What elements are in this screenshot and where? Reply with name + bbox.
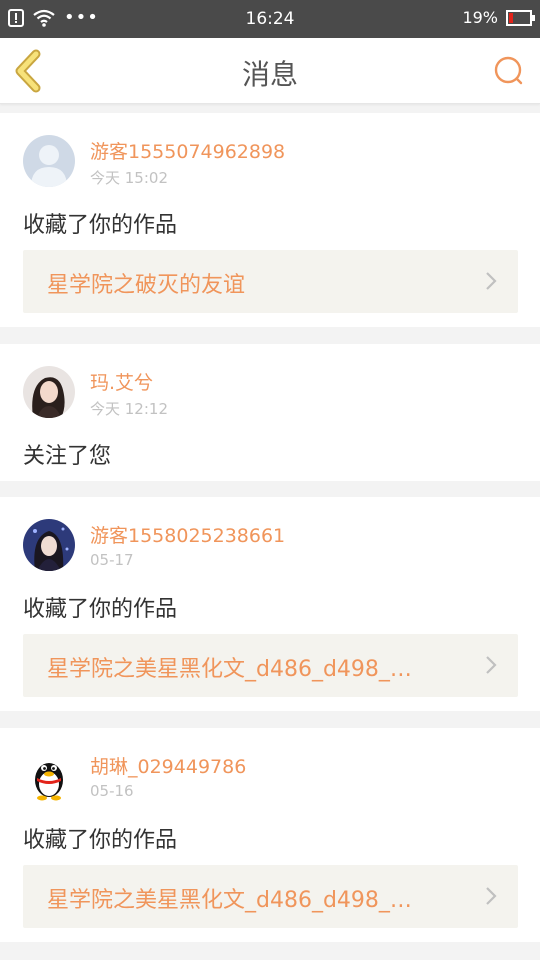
avatar[interactable] — [23, 519, 75, 571]
avatar[interactable] — [23, 750, 75, 802]
status-time: 16:24 — [245, 9, 295, 29]
page-title: 消息 — [241, 58, 298, 91]
message-time: 05-17 — [90, 551, 134, 569]
message-action: 收藏了你的作品 — [23, 828, 178, 853]
status-bar: ••• 16:24 19% — [0, 0, 540, 38]
work-title: 星学院之破灭的友谊 — [47, 273, 246, 298]
work-link[interactable]: 星学院之破灭的友谊 — [23, 250, 518, 313]
message-card: 玛.艾兮 今天 12:12 关注了您 — [0, 344, 540, 481]
message-action: 收藏了你的作品 — [23, 597, 178, 622]
message-card: 胡琳_029449786 05-16 收藏了你的作品 星学院之美星黑化文_d48… — [0, 728, 540, 942]
work-title: 星学院之美星黑化文_d486_d498_… — [47, 888, 412, 913]
battery-fill — [509, 12, 513, 23]
user-photo-icon — [23, 519, 75, 571]
penguin-icon — [23, 750, 75, 802]
chevron-right-icon — [486, 272, 497, 290]
default-avatar-icon — [23, 135, 75, 187]
message-card: 游客1558025238661 05-17 收藏了你的作品 星学院之美星黑化文_… — [0, 497, 540, 711]
battery-icon — [506, 9, 535, 26]
work-link[interactable]: 星学院之美星黑化文_d486_d498_… — [23, 634, 518, 697]
username[interactable]: 玛.艾兮 — [90, 368, 153, 395]
status-right: 19% — [462, 8, 535, 27]
work-link[interactable]: 星学院之美星黑化文_d486_d498_… — [23, 865, 518, 928]
user-photo-icon — [23, 366, 75, 418]
search-icon[interactable] — [490, 52, 528, 90]
username[interactable]: 游客1555074962898 — [90, 137, 285, 164]
message-card: 游客1555074962898 今天 15:02 收藏了你的作品 星学院之破灭的… — [0, 113, 540, 327]
message-action: 收藏了你的作品 — [23, 213, 178, 238]
battery-percent: 19% — [462, 8, 498, 27]
avatar[interactable] — [23, 135, 75, 187]
message-time: 今天 15:02 — [90, 169, 168, 187]
avatar[interactable] — [23, 366, 75, 418]
username[interactable]: 游客1558025238661 — [90, 521, 285, 548]
nav-bar: 消息 — [0, 38, 540, 104]
username[interactable]: 胡琳_029449786 — [90, 752, 246, 779]
work-title: 星学院之美星黑化文_d486_d498_… — [47, 657, 412, 682]
chevron-right-icon — [486, 656, 497, 674]
message-action: 关注了您 — [23, 444, 112, 469]
message-time: 今天 12:12 — [90, 400, 168, 418]
chevron-right-icon — [486, 887, 497, 905]
message-time: 05-16 — [90, 782, 134, 800]
